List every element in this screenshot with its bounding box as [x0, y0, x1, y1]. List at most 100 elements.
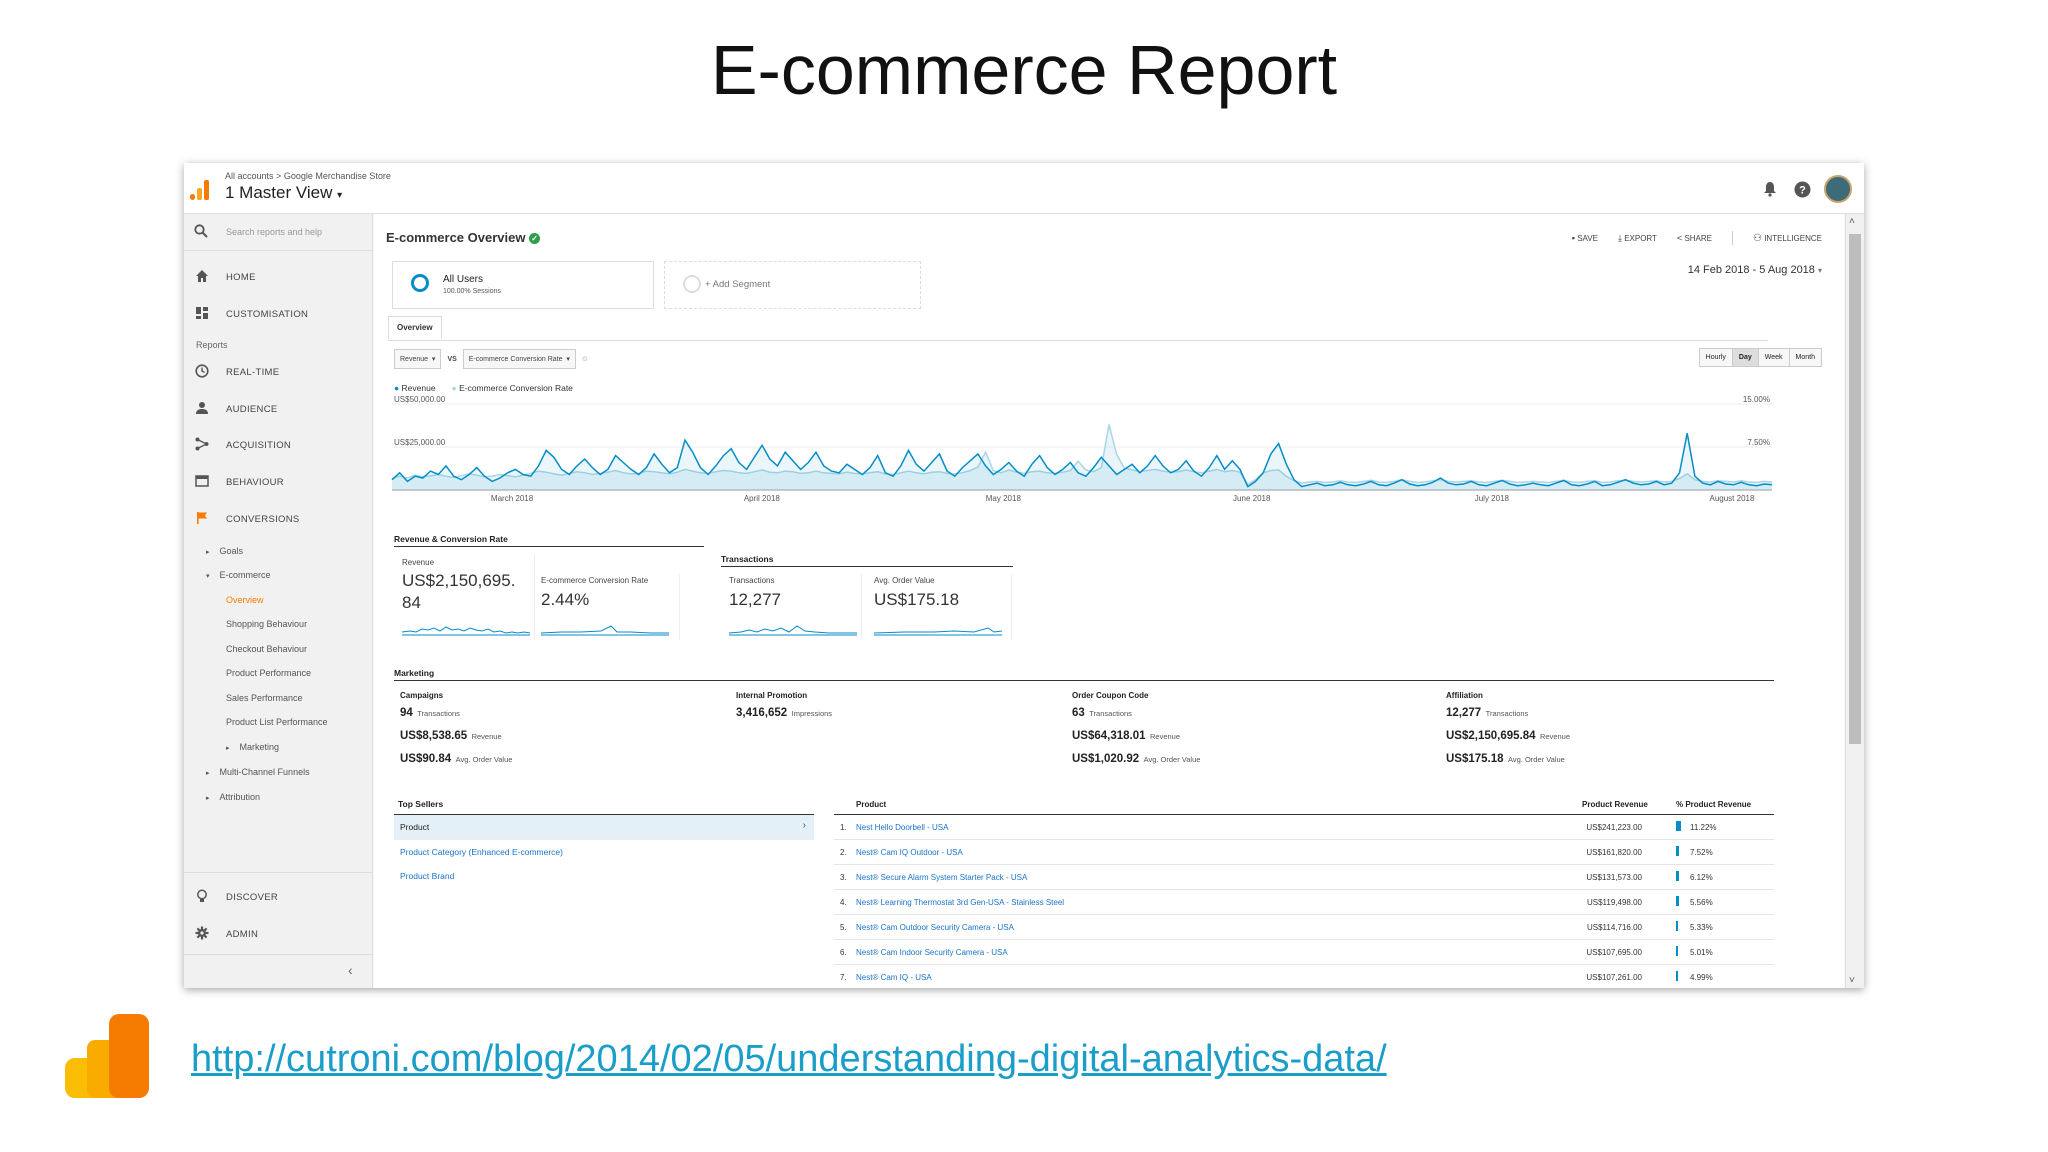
metric1-dropdown[interactable]: Revenue ▾ — [394, 349, 442, 369]
product-link[interactable]: Nest Hello Doorbell - USA — [856, 823, 948, 832]
sidebar-item-audience[interactable]: AUDIENCE — [184, 394, 372, 424]
save-button[interactable]: ▪ SAVE — [1572, 233, 1598, 243]
sidebar-sub-product-list[interactable]: Product List Performance — [226, 717, 328, 727]
verified-icon: ✓ — [529, 233, 541, 245]
sparkline-aov — [874, 627, 1002, 636]
option-product-category[interactable]: Product Category (Enhanced E-commerce) — [394, 840, 814, 864]
granularity-week[interactable]: Week — [1758, 349, 1790, 366]
table-row[interactable]: 4. Nest® Learning Thermostat 3rd Gen-USA … — [834, 890, 1774, 915]
scroll-up-icon[interactable]: ˄ — [1849, 216, 1855, 227]
product-link[interactable]: Nest® Learning Thermostat 3rd Gen-USA - … — [856, 898, 1064, 907]
collapse-sidebar-icon[interactable]: ‹ — [348, 962, 353, 978]
option-product[interactable]: Product › — [394, 815, 814, 840]
product-link[interactable]: Nest® Cam Indoor Security Camera - USA — [856, 948, 1008, 957]
sidebar-search[interactable]: Search reports and help — [184, 214, 372, 251]
sidebar-sub-shopping[interactable]: Shopping Behaviour — [226, 619, 307, 629]
metric-transactions[interactable]: Transactions 12,277 — [721, 574, 862, 640]
marketing-coupon-code[interactable]: Order Coupon Code 63 Transactions US$64,… — [1072, 691, 1200, 767]
table-row[interactable]: 6. Nest® Cam Indoor Security Camera - USA… — [834, 940, 1774, 965]
table-row[interactable]: 7. Nest® Cam IQ - USA US$107,261.00 4.99% — [834, 965, 1774, 988]
view-selector[interactable]: 1 Master View ▾ — [225, 183, 342, 203]
metric-revenue[interactable]: Revenue US$2,150,695. 84 — [394, 554, 535, 640]
product-revenue: US$161,820.00 — [1586, 848, 1642, 857]
sidebar-item-home[interactable]: HOME — [184, 262, 372, 292]
sidebar-item-admin[interactable]: ADMIN — [184, 919, 372, 949]
scrollbar-thumb[interactable] — [1849, 234, 1861, 744]
sidebar-sub-ecommerce[interactable]: ▾ E-commerce — [206, 570, 271, 580]
ga-screenshot: All accounts > Google Merchandise Store … — [184, 163, 1864, 988]
google-analytics-logo[interactable] — [190, 178, 212, 200]
sidebar-sub-attribution[interactable]: ▸ Attribution — [206, 792, 260, 802]
row-rank: 4. — [840, 898, 847, 907]
export-button[interactable]: ⤓ EXPORT — [1618, 233, 1657, 244]
marketing-affiliation[interactable]: Affiliation 12,277 Transactions US$2,150… — [1446, 691, 1570, 767]
google-analytics-logo — [65, 1014, 150, 1099]
breadcrumb[interactable]: All accounts > Google Merchandise Store — [225, 171, 391, 181]
sidebar-sub-marketing[interactable]: ▸ Marketing — [226, 742, 279, 752]
table-row[interactable]: 5. Nest® Cam Outdoor Security Camera - US… — [834, 915, 1774, 940]
product-pct: 6.12% — [1690, 873, 1713, 882]
granularity-day[interactable]: Day — [1732, 349, 1759, 366]
help-icon[interactable]: ? — [1792, 179, 1812, 199]
product-link[interactable]: Nest® Cam IQ - USA — [856, 973, 932, 982]
table-row[interactable]: 3. Nest® Secure Alarm System Starter Pack… — [834, 865, 1774, 890]
product-revenue: US$131,573.00 — [1586, 873, 1642, 882]
sidebar-item-behaviour[interactable]: BEHAVIOUR — [184, 467, 372, 497]
slide-title: E-commerce Report — [710, 31, 1338, 109]
sidebar-item-discover[interactable]: DISCOVER — [184, 882, 372, 912]
rev-conv-heading: Revenue & Conversion Rate — [394, 534, 704, 547]
table-row[interactable]: 2. Nest® Cam IQ Outdoor - USA US$161,820.0… — [834, 840, 1774, 865]
svg-text:?: ? — [1799, 184, 1806, 196]
sidebar-sub-sales-performance[interactable]: Sales Performance — [226, 693, 303, 703]
intelligence-button[interactable]: ⚇ INTELLIGENCE — [1753, 233, 1822, 244]
product-pct: 5.01% — [1690, 948, 1713, 957]
sidebar-sub-mcf[interactable]: ▸ Multi-Channel Funnels — [206, 767, 310, 777]
metric-avg-order-value[interactable]: Avg. Order Value US$175.18 — [866, 574, 1012, 640]
pct-bar — [1676, 946, 1679, 956]
vertical-scrollbar[interactable]: ˄ ˅ — [1845, 214, 1864, 988]
metric-conversion-rate[interactable]: E-commerce Conversion Rate 2.44% — [539, 574, 680, 640]
sidebar-item-customisation[interactable]: CUSTOMISATION — [184, 299, 372, 329]
info-icon[interactable]: ⊙ — [582, 355, 588, 363]
legend-conversion: ● E-commerce Conversion Rate — [451, 383, 573, 393]
sidebar-sub-checkout[interactable]: Checkout Behaviour — [226, 644, 307, 654]
date-range-picker[interactable]: 14 Feb 2018 - 5 Aug 2018 ▾ — [1688, 264, 1822, 276]
top-sellers-options: Product › Product Category (Enhanced E-c… — [394, 814, 814, 888]
product-pct: 4.99% — [1690, 973, 1713, 982]
sidebar-item-realtime[interactable]: REAL-TIME — [184, 357, 372, 387]
row-rank: 2. — [840, 848, 847, 857]
sidebar-sub-product-performance[interactable]: Product Performance — [226, 668, 311, 678]
add-segment-button[interactable]: + Add Segment — [664, 261, 921, 309]
actions-divider — [1732, 231, 1733, 245]
avatar[interactable] — [1824, 175, 1852, 203]
share-button[interactable]: < SHARE — [1677, 233, 1712, 243]
sidebar-item-conversions[interactable]: CONVERSIONS — [184, 504, 372, 534]
segment-all-users[interactable]: All Users 100.00% Sessions — [392, 261, 654, 309]
legend-revenue: ● Revenue — [394, 383, 436, 393]
bell-icon[interactable] — [1760, 179, 1780, 199]
x-axis-tick: May 2018 — [986, 494, 1022, 503]
table-row[interactable]: 1. Nest Hello Doorbell - USA US$241,223.00… — [834, 815, 1774, 840]
marketing-campaigns[interactable]: Campaigns 94 Transactions US$8,538.65 Re… — [400, 691, 512, 767]
product-link[interactable]: Nest® Cam IQ Outdoor - USA — [856, 848, 963, 857]
vs-label: VS — [447, 355, 457, 363]
sidebar-sub-goals[interactable]: ▸ Goals — [206, 546, 243, 556]
option-product-brand[interactable]: Product Brand — [394, 864, 814, 888]
sidebar-sub-overview[interactable]: Overview — [226, 595, 264, 605]
sidebar-item-acquisition[interactable]: ACQUISITION — [184, 430, 372, 460]
product-link[interactable]: Nest® Cam Outdoor Security Camera - USA — [856, 923, 1014, 932]
transactions-heading: Transactions — [721, 554, 1013, 567]
marketing-internal-promotion[interactable]: Internal Promotion 3,416,652 Impressions — [736, 691, 832, 721]
source-url-link[interactable]: http://cutroni.com/blog/2014/02/05/under… — [191, 1038, 1387, 1081]
granularity-hourly[interactable]: Hourly — [1699, 349, 1733, 366]
granularity-month[interactable]: Month — [1789, 349, 1821, 366]
product-link[interactable]: Nest® Secure Alarm System Starter Pack -… — [856, 873, 1027, 882]
tab-overview[interactable]: Overview — [388, 316, 442, 339]
search-input[interactable]: Search reports and help — [226, 227, 322, 237]
marketing-heading: Marketing — [394, 668, 1774, 681]
triangle-right-icon: ▸ — [226, 745, 230, 752]
metric2-dropdown[interactable]: E-commerce Conversion Rate ▾ — [462, 349, 576, 369]
product-pct: 5.33% — [1690, 923, 1713, 932]
caret-down-icon: ▾ — [1817, 266, 1822, 275]
scroll-down-icon[interactable]: ˅ — [1849, 975, 1855, 986]
